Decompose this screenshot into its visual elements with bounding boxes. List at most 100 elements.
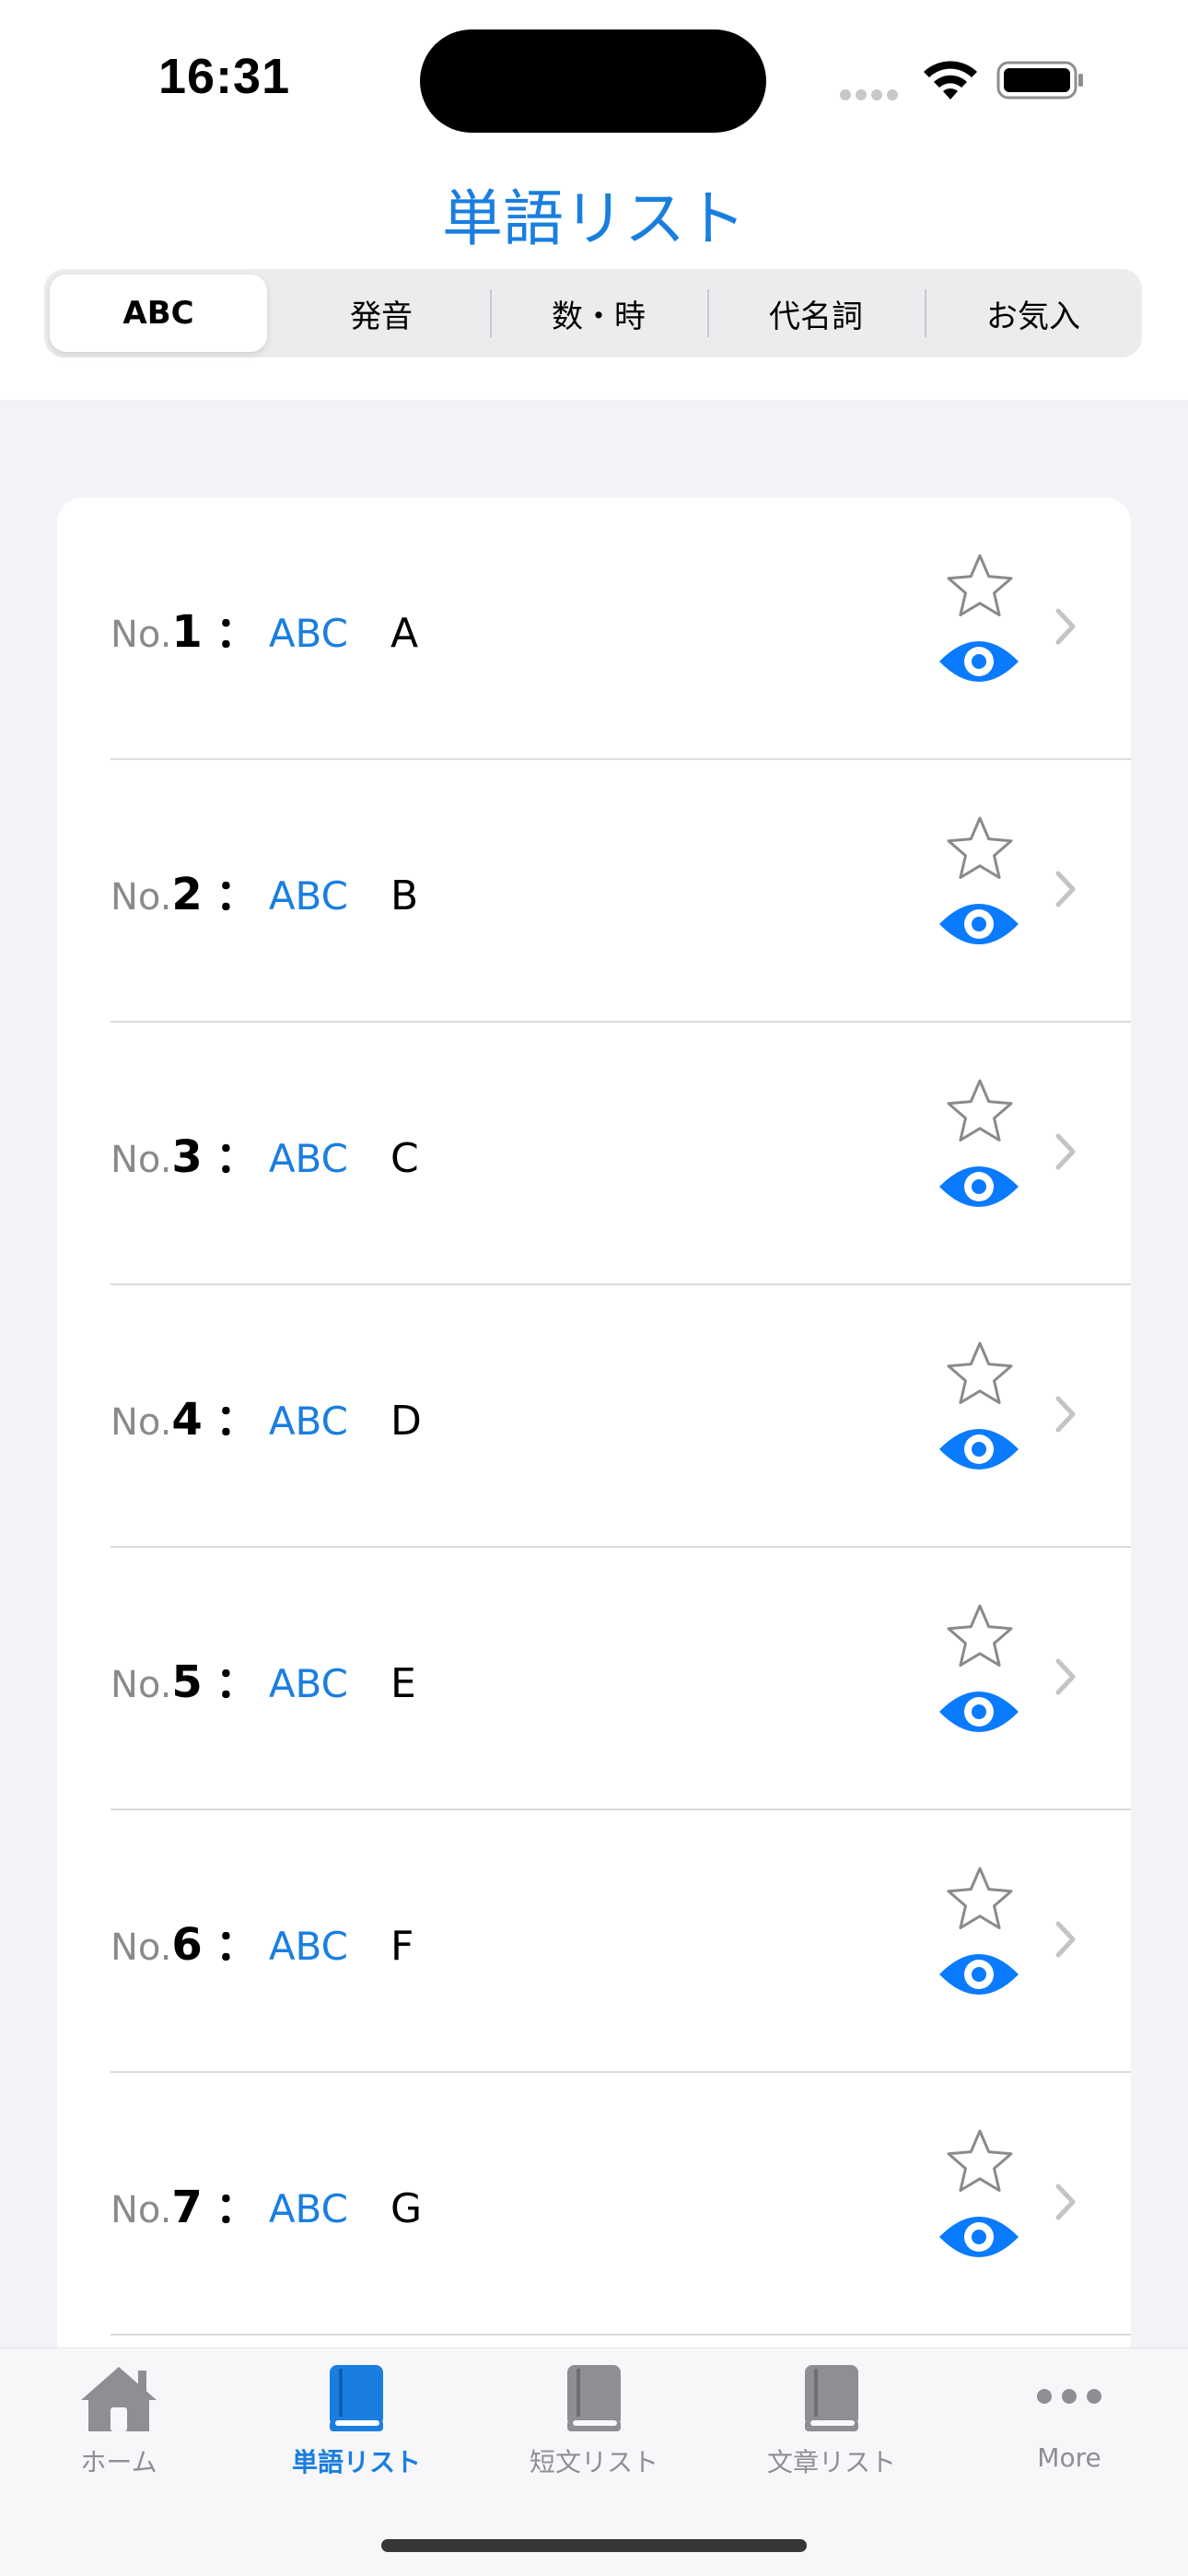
row-title: No. 7： ABC G [111, 2174, 422, 2233]
segment-label: お気入 [986, 298, 1080, 335]
separator: ： [215, 870, 258, 919]
tab-word-list[interactable]: 単語リスト [238, 2363, 475, 2479]
item-word: E [390, 1660, 416, 1707]
item-category: ABC [268, 1136, 348, 1181]
row-title: No. 4： ABC D [111, 1387, 422, 1446]
star-icon[interactable] [945, 1601, 1015, 1671]
row-title: No. 2： ABC B [111, 861, 418, 920]
tab-more[interactable]: More [950, 2363, 1188, 2473]
separator: ： [215, 607, 258, 657]
eye-icon[interactable] [938, 1423, 1020, 1475]
tab-label: 単語リスト [291, 2447, 421, 2477]
star-icon[interactable] [945, 814, 1015, 884]
segment-pronunciation[interactable]: 発音 [273, 269, 490, 357]
tab-label: More [1037, 2442, 1101, 2473]
tab-short-sentences[interactable]: 短文リスト [475, 2363, 713, 2479]
battery-icon [996, 61, 1083, 100]
row-title: No. 1： ABC A [111, 599, 418, 658]
chevron-right-icon [1055, 2184, 1076, 2220]
item-word: D [390, 1398, 422, 1445]
list-item[interactable]: No. 5： ABC E [57, 1548, 1131, 1810]
item-category: ABC [268, 873, 348, 919]
item-number: 7 [171, 2182, 203, 2233]
number-prefix: No. [111, 876, 172, 919]
segment-abc[interactable]: ABC [50, 275, 267, 352]
eye-icon[interactable] [938, 898, 1020, 950]
item-word: A [390, 610, 419, 657]
tab-label: 短文リスト [529, 2447, 658, 2477]
status-bar: 16:31 [0, 0, 1188, 147]
row-title: No. 6： ABC F [111, 1912, 413, 1971]
row-title: No. 3： ABC C [111, 1124, 419, 1183]
star-icon[interactable] [945, 2126, 1015, 2196]
separator: ： [215, 1920, 258, 1970]
number-prefix: No. [111, 1401, 172, 1444]
chevron-right-icon [1055, 1921, 1076, 1958]
eye-icon[interactable] [938, 636, 1020, 687]
eye-icon[interactable] [938, 1161, 1020, 1212]
chevron-right-icon [1055, 1133, 1076, 1170]
star-icon[interactable] [945, 1339, 1015, 1409]
chevron-right-icon [1055, 1658, 1076, 1695]
tab-label: ホーム [80, 2447, 157, 2477]
item-number: 1 [171, 606, 203, 658]
status-time: 16:31 [158, 49, 291, 104]
eye-icon[interactable] [938, 1949, 1020, 2000]
list-item[interactable]: No. 4： ABC D [57, 1285, 1131, 1548]
item-word: F [390, 1923, 414, 1970]
item-category: ABC [268, 611, 348, 656]
eye-icon[interactable] [938, 1686, 1020, 1738]
home-indicator [381, 2539, 807, 2552]
tab-label: 文章リスト [766, 2447, 896, 2477]
book-icon [330, 2365, 383, 2431]
list-item[interactable]: No. 1： ABC A [57, 498, 1131, 760]
star-icon[interactable] [945, 1864, 1015, 1934]
segment-favorites[interactable]: お気入 [925, 269, 1142, 357]
chevron-right-icon [1055, 608, 1076, 645]
eye-icon[interactable] [938, 2211, 1020, 2263]
list-item[interactable]: No. 6： ABC F [57, 1810, 1131, 2073]
segment-numbers-time[interactable]: 数・時 [490, 269, 707, 357]
item-word: B [390, 872, 419, 919]
word-list: No. 1： ABC A No. 2： ABC B No. 3： ABC C No. 4： ABC D No. 5… [57, 498, 1131, 2349]
chevron-right-icon [1055, 871, 1076, 907]
item-number: 4 [171, 1394, 203, 1446]
number-prefix: No. [111, 1664, 172, 1706]
number-prefix: No. [111, 1139, 172, 1181]
separator: ： [215, 1395, 258, 1445]
item-number: 3 [171, 1131, 203, 1183]
item-word: G [390, 2185, 423, 2232]
item-category: ABC [268, 2186, 348, 2231]
number-prefix: No. [111, 1926, 172, 1969]
category-segmented-control[interactable]: ABC 発音 数・時 代名詞 お気入 [44, 269, 1142, 357]
separator: ： [215, 2183, 258, 2232]
row-divider [111, 2334, 1131, 2336]
list-item[interactable]: No. 7： ABC G [57, 2073, 1131, 2336]
separator: ： [215, 1132, 258, 1182]
segment-pronouns[interactable]: 代名詞 [707, 269, 925, 357]
segment-label: 数・時 [552, 298, 646, 335]
item-category: ABC [268, 1661, 348, 1706]
star-icon[interactable] [945, 551, 1015, 621]
ellipsis-icon [1037, 2389, 1101, 2404]
segment-label: ABC [122, 295, 194, 332]
tab-sentences[interactable]: 文章リスト [713, 2363, 950, 2479]
book-icon [805, 2365, 858, 2431]
list-item[interactable]: No. 3： ABC C [57, 1023, 1131, 1285]
cellular-signal-icon [840, 87, 903, 104]
row-title: No. 5： ABC E [111, 1649, 416, 1708]
item-number: 5 [171, 1657, 203, 1708]
page-title: 単語リスト [442, 183, 746, 254]
chevron-right-icon [1055, 1396, 1076, 1433]
item-category: ABC [268, 1399, 348, 1444]
wifi-icon [924, 61, 977, 100]
list-item[interactable]: No. 2： ABC B [57, 760, 1131, 1023]
separator: ： [215, 1657, 258, 1707]
book-icon [567, 2365, 621, 2431]
nav-header: 単語リスト ABC 発音 数・時 代名詞 お気入 [0, 147, 1188, 400]
number-prefix: No. [111, 614, 172, 656]
segment-label: 代名詞 [769, 298, 863, 335]
tab-home[interactable]: ホーム [0, 2363, 238, 2479]
item-number: 6 [171, 1919, 203, 1971]
star-icon[interactable] [945, 1076, 1015, 1146]
